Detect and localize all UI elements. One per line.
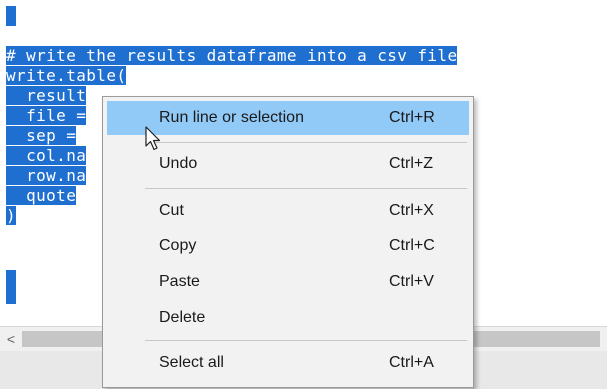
- menu-item-label: Undo: [159, 155, 198, 172]
- code-line-close: ): [6, 206, 17, 225]
- menu-item-label: Paste: [159, 273, 200, 290]
- menu-item-shortcut: Ctrl+Z: [389, 155, 433, 172]
- menu-separator: [145, 142, 467, 143]
- menu-item-shortcut: Ctrl+C: [389, 237, 435, 254]
- menu-separator: [145, 340, 467, 341]
- code-line-rownames: row.na: [6, 166, 87, 185]
- code-line-sep: sep =: [6, 126, 77, 145]
- menu-item-undo[interactable]: Undo Ctrl+Z: [107, 147, 469, 181]
- code-line-call: write.table(: [6, 66, 127, 85]
- code-line-colnames: col.na: [6, 146, 87, 165]
- menu-item-label: Delete: [159, 309, 206, 326]
- scroll-left-arrow-icon[interactable]: <: [4, 330, 18, 348]
- mouse-pointer-icon: [145, 126, 161, 151]
- menu-item-delete[interactable]: Delete: [107, 301, 469, 335]
- menu-item-label: Select all: [159, 354, 224, 371]
- menu-item-copy[interactable]: Copy Ctrl+C: [107, 229, 469, 263]
- code-line-file: file =: [6, 106, 87, 125]
- menu-item-shortcut: Ctrl+X: [389, 202, 434, 219]
- menu-item-shortcut: Ctrl+V: [389, 273, 434, 290]
- menu-item-label: Cut: [159, 202, 184, 219]
- code-line-result: result: [6, 86, 87, 105]
- code-line-quote: quote: [6, 186, 77, 205]
- menu-item-cut[interactable]: Cut Ctrl+X: [107, 194, 469, 228]
- menu-item-label: Run line or selection: [159, 109, 304, 126]
- menu-item-shortcut: Ctrl+R: [389, 109, 435, 126]
- code-line-comment: # write the results dataframe into a csv…: [6, 46, 458, 65]
- menu-item-label: Copy: [159, 237, 197, 254]
- menu-item-shortcut: Ctrl+A: [389, 354, 434, 371]
- menu-separator: [145, 188, 467, 189]
- selection-gap-block: [6, 6, 16, 26]
- menu-item-paste[interactable]: Paste Ctrl+V: [107, 265, 469, 299]
- menu-item-select-all[interactable]: Select all Ctrl+A: [107, 346, 469, 380]
- selection-tail-block: [6, 270, 16, 304]
